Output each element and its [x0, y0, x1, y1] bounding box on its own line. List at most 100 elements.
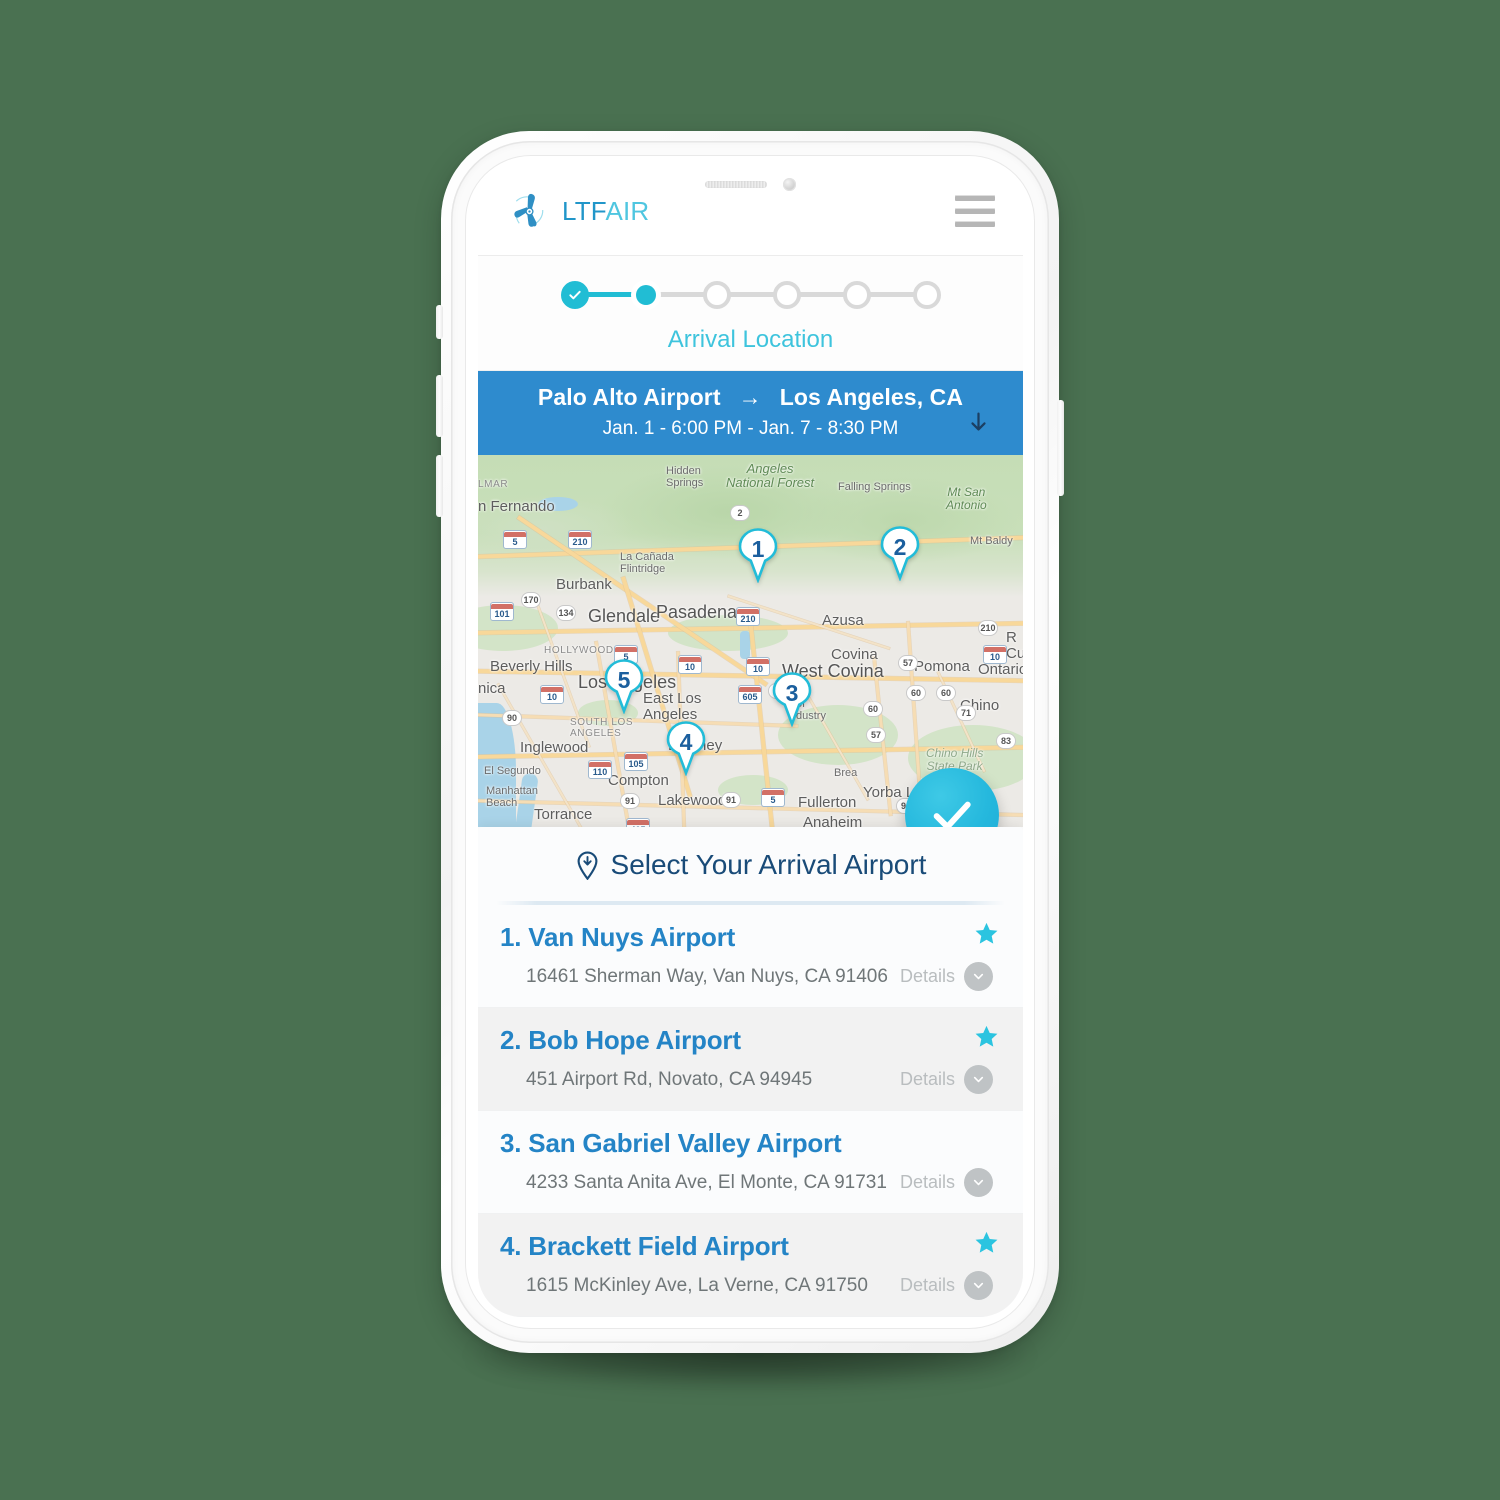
step-connector	[869, 292, 914, 298]
map-pin-number: 3	[785, 680, 799, 707]
map-label: El Segundo	[484, 764, 541, 777]
map-pin-marker[interactable]: 5	[602, 658, 646, 715]
map-pin-marker[interactable]: 3	[770, 671, 814, 728]
volume-down-button[interactable]	[436, 455, 443, 517]
map-pin-marker[interactable]: 2	[878, 525, 922, 582]
step-4[interactable]	[772, 280, 801, 309]
airport-list-item[interactable]: 1. Van Nuys Airport 16461 Sherman Way, Va…	[478, 905, 1023, 1008]
arrow-down-icon	[971, 412, 986, 431]
map-label: Inglewood	[520, 738, 589, 756]
airport-list-item[interactable]: 4. Brackett Field Airport 1615 McKinley A…	[478, 1214, 1023, 1317]
chevron-down-icon[interactable]	[964, 1168, 993, 1197]
step-1[interactable]	[560, 280, 589, 309]
route-endpoints: Palo Alto Airport → Los Angeles, CA	[488, 384, 1013, 411]
map-label: Beverly Hills	[490, 657, 573, 675]
map-label: Azusa	[822, 611, 864, 629]
highway-shield-icon: 210	[736, 606, 760, 626]
expand-trip-details-button[interactable]	[968, 411, 989, 435]
chevron-down-icon[interactable]	[964, 962, 993, 991]
step-3[interactable]	[702, 280, 731, 309]
step-connector	[799, 292, 844, 298]
map-pin-number: 1	[751, 536, 765, 563]
chevron-down-icon[interactable]	[964, 1271, 993, 1300]
highway-shield-icon: 57	[866, 726, 886, 743]
phone-screen: LTFAIR Arrival Location Palo Alto Airpor…	[478, 168, 1023, 1317]
airport-meta-row: 1615 McKinley Ave, La Verne, CA 91750 Det…	[500, 1271, 993, 1300]
details-toggle[interactable]: Details	[900, 962, 993, 991]
brand-name-primary: LTF	[562, 195, 606, 226]
map-label: Anaheim	[803, 813, 863, 827]
airport-list-item[interactable]: 3. San Gabriel Valley Airport 4233 Santa …	[478, 1111, 1023, 1214]
airport-address: 16461 Sherman Way, Van Nuys, CA 91406	[526, 965, 888, 987]
hamburger-bar	[955, 221, 995, 228]
map-label: Ontario	[978, 660, 1023, 678]
highway-shield-icon: 10	[983, 644, 1007, 664]
highway-shield-icon: 605	[738, 684, 762, 704]
map-pin-marker[interactable]: 4	[664, 720, 708, 777]
highway-shield-icon: 405	[626, 817, 650, 827]
highway-shield-icon: 60	[906, 684, 926, 701]
details-toggle[interactable]: Details	[900, 1065, 993, 1094]
map-pin-icon	[577, 850, 597, 880]
airport-list-item[interactable]: 2. Bob Hope Airport 451 Airport Rd, Novat…	[478, 1008, 1023, 1111]
map-pin-number: 2	[893, 534, 907, 561]
map-label: Torrance	[534, 805, 593, 823]
step-connector	[729, 292, 774, 298]
trip-summary-bar[interactable]: Palo Alto Airport → Los Angeles, CA Jan.…	[478, 370, 1023, 455]
map-label: Mt Baldy	[970, 534, 1013, 547]
map-water-lake	[740, 630, 750, 659]
highway-shield-icon: 71	[956, 704, 976, 721]
airport-address: 4233 Santa Anita Ave, El Monte, CA 91731	[526, 1171, 887, 1193]
map-view[interactable]: Hidden Springs Angeles National Forest Falli…	[478, 454, 1023, 827]
step-6[interactable]	[912, 280, 941, 309]
step-connector-active	[587, 292, 632, 298]
highway-shield-icon: 60	[936, 684, 956, 701]
highway-shield-icon: 2	[730, 504, 750, 521]
volume-up-button[interactable]	[436, 375, 443, 437]
airport-name: 1. Van Nuys Airport	[500, 922, 736, 952]
map-label: Hidden Springs	[666, 464, 704, 489]
step-dot-pending	[702, 280, 731, 309]
map-pin-marker[interactable]: 1	[736, 527, 780, 584]
map-pin-number: 4	[679, 729, 693, 756]
airport-name: 4. Brackett Field Airport	[500, 1231, 789, 1261]
map-label: Angeles National Forest	[726, 460, 815, 490]
check-icon	[568, 290, 581, 299]
highway-shield-icon: 210	[568, 529, 592, 549]
star-icon[interactable]	[974, 1024, 999, 1054]
progress-stepper	[478, 279, 1023, 310]
highway-shield-icon: 110	[588, 759, 612, 779]
screenshot-stage: LTFAIR Arrival Location Palo Alto Airpor…	[0, 0, 1500, 1500]
highway-shield-icon: 83	[996, 732, 1016, 749]
brand-logo[interactable]: LTFAIR	[506, 188, 649, 235]
details-toggle[interactable]: Details	[900, 1271, 993, 1300]
details-toggle[interactable]: Details	[900, 1168, 993, 1197]
map-label: LMAR	[478, 478, 509, 490]
star-icon[interactable]	[974, 921, 999, 951]
earpiece-speaker-icon	[705, 180, 767, 188]
step-5[interactable]	[842, 280, 871, 309]
power-button[interactable]	[1057, 400, 1064, 496]
map-label: SOUTH LOS ANGELES	[570, 716, 634, 739]
highway-shield-icon: 10	[746, 656, 770, 676]
highway-shield-icon: 10	[678, 654, 702, 674]
map-label: RCuc	[1006, 628, 1023, 663]
highway-shield-icon: 210	[978, 619, 998, 636]
chevron-down-icon[interactable]	[964, 1065, 993, 1094]
highway-shield-icon: 101	[490, 601, 514, 621]
hamburger-menu-icon[interactable]	[953, 189, 997, 233]
step-2[interactable]	[630, 279, 661, 310]
map-pin-number: 5	[617, 667, 631, 694]
star-icon[interactable]	[974, 1230, 999, 1260]
highway-shield-icon: 90	[502, 709, 522, 726]
route-arrow-icon: →	[738, 383, 762, 410]
map-label: Mt San Antonio	[946, 484, 987, 512]
silent-switch[interactable]	[436, 305, 443, 339]
step-dot-pending	[842, 280, 871, 309]
map-label: n Fernando	[478, 497, 555, 515]
airport-meta-row: 16461 Sherman Way, Van Nuys, CA 91406 Det…	[500, 962, 993, 991]
details-label: Details	[899, 966, 955, 986]
map-label: Burbank	[556, 575, 612, 593]
map-label: Brea	[834, 766, 858, 779]
notch	[639, 168, 862, 200]
